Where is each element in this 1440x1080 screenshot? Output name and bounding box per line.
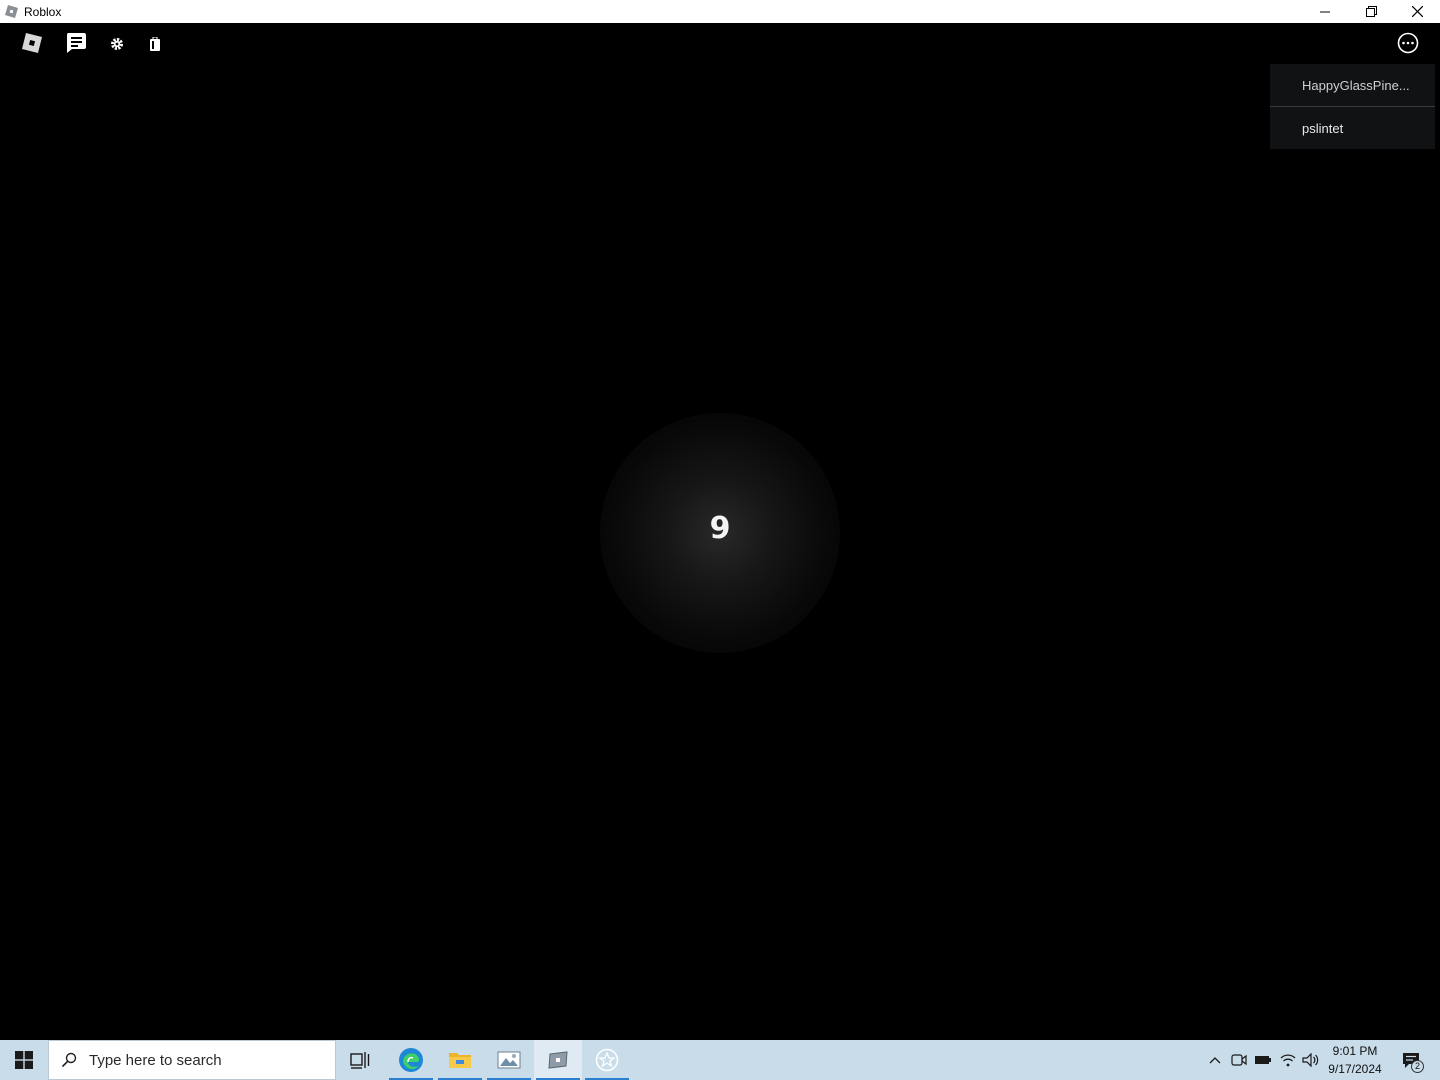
minimize-button[interactable] xyxy=(1302,0,1348,23)
game-viewport[interactable]: 9 HappyGlassPine... pslintet xyxy=(0,23,1440,1040)
taskbar: Type here to search 9:01 PM 9/17/2024 2 xyxy=(0,1040,1440,1080)
taskbar-file-explorer[interactable] xyxy=(436,1040,484,1080)
player-list-item[interactable]: HappyGlassPine... xyxy=(1270,64,1435,107)
volume-button[interactable] xyxy=(1301,1040,1321,1080)
network-button[interactable] xyxy=(1278,1040,1298,1080)
taskbar-roblox[interactable] xyxy=(534,1040,582,1080)
battery-icon xyxy=(1255,1056,1271,1064)
meet-icon xyxy=(1231,1054,1247,1066)
roblox-icon xyxy=(548,1051,568,1069)
minimize-icon xyxy=(1320,11,1330,12)
taskbar-roblox-studio[interactable] xyxy=(583,1040,631,1080)
start-button[interactable] xyxy=(0,1040,48,1080)
roblox-menu-button[interactable] xyxy=(18,29,46,57)
player-list-item[interactable]: pslintet xyxy=(1270,107,1435,149)
settings-icon xyxy=(111,38,123,50)
chevron-up-icon xyxy=(1209,1057,1221,1064)
task-view-icon xyxy=(350,1052,370,1069)
close-button[interactable] xyxy=(1394,0,1440,23)
chat-button[interactable] xyxy=(62,29,90,57)
notification-badge: 2 xyxy=(1411,1060,1424,1073)
player-list: HappyGlassPine... pslintet xyxy=(1270,64,1435,149)
close-icon xyxy=(1411,6,1423,17)
restore-icon xyxy=(1365,6,1377,17)
battery-button[interactable] xyxy=(1253,1040,1273,1080)
window-title-bar: Roblox xyxy=(0,0,1440,23)
backpack-button[interactable] xyxy=(144,33,166,55)
more-options-icon xyxy=(1397,32,1419,54)
show-hidden-icons-button[interactable] xyxy=(1206,1040,1224,1080)
taskbar-edge[interactable] xyxy=(387,1040,435,1080)
wifi-icon xyxy=(1280,1054,1296,1067)
window-title: Roblox xyxy=(24,4,62,19)
search-placeholder: Type here to search xyxy=(89,1051,222,1069)
clock-time: 9:01 PM xyxy=(1332,1044,1378,1058)
restore-button[interactable] xyxy=(1348,0,1394,23)
windows-icon xyxy=(15,1051,33,1069)
more-options-button[interactable] xyxy=(1394,29,1422,57)
taskbar-photos[interactable] xyxy=(485,1040,533,1080)
meet-now-button[interactable] xyxy=(1229,1040,1249,1080)
settings-button[interactable] xyxy=(106,33,128,55)
clock-date: 9/17/2024 xyxy=(1328,1062,1382,1076)
chat-icon xyxy=(66,33,86,53)
volume-icon xyxy=(1302,1053,1319,1067)
roblox-menu-icon xyxy=(22,33,42,53)
search-icon xyxy=(49,1052,89,1068)
roblox-icon xyxy=(4,5,18,19)
action-center-button[interactable]: 2 xyxy=(1394,1040,1428,1080)
backpack-icon xyxy=(150,37,160,51)
taskbar-search-box[interactable]: Type here to search xyxy=(48,1040,336,1080)
task-view-button[interactable] xyxy=(336,1040,384,1080)
photos-icon xyxy=(497,1051,521,1069)
edge-icon xyxy=(399,1048,423,1072)
roblox-studio-icon xyxy=(595,1048,619,1072)
countdown-number: 9 xyxy=(709,511,731,546)
taskbar-clock[interactable]: 9:01 PM 9/17/2024 xyxy=(1322,1042,1388,1078)
file-explorer-icon xyxy=(449,1053,471,1068)
